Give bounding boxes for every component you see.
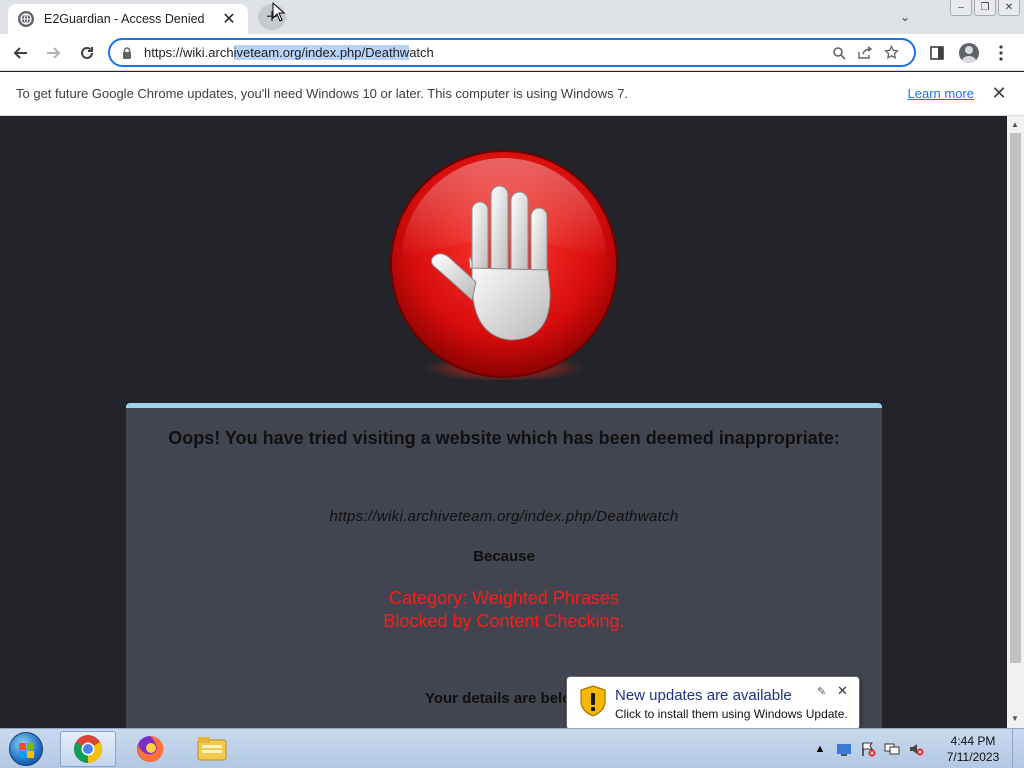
volume-muted-icon[interactable] xyxy=(908,741,924,757)
back-arrow-icon xyxy=(13,47,27,59)
block-category: Category: Weighted Phrases xyxy=(389,588,619,608)
reload-button[interactable] xyxy=(74,40,100,66)
notification-body: Click to install them using Windows Upda… xyxy=(615,707,848,721)
because-label: Because xyxy=(473,548,535,565)
firefox-icon xyxy=(137,735,164,762)
browser-tab[interactable]: E2Guardian - Access Denied ✕ xyxy=(8,4,248,34)
page-heading: Oops! You have tried visiting a website … xyxy=(168,428,840,448)
url-prefix: https://wiki.arch xyxy=(144,45,234,60)
side-panel-icon xyxy=(930,46,944,60)
mouse-cursor-icon xyxy=(272,2,286,22)
menu-button[interactable] xyxy=(988,40,1014,66)
folder-icon xyxy=(197,737,227,761)
update-infobar: To get future Google Chrome updates, you… xyxy=(0,72,1024,116)
page-scrollbar[interactable]: ▲ ▼ xyxy=(1007,116,1024,728)
back-button[interactable] xyxy=(8,40,34,66)
zoom-icon[interactable] xyxy=(826,42,852,64)
update-notification[interactable]: New updates are available Click to insta… xyxy=(566,676,860,741)
tab-strip: E2Guardian - Access Denied ✕ + ⌄ – ❐ ✕ xyxy=(0,0,1024,34)
tab-title: E2Guardian - Access Denied xyxy=(44,12,205,26)
action-center-flag-icon[interactable] xyxy=(860,741,876,757)
address-bar[interactable]: https://wiki.archiveteam.org/index.php/D… xyxy=(108,38,916,67)
taskbar-clock[interactable]: 4:44 PM 7/11/2023 xyxy=(940,733,1006,765)
url-selected: iveteam.org/index.php/Deathw xyxy=(233,45,410,60)
tab-search-button[interactable]: ⌄ xyxy=(896,8,914,26)
profile-button[interactable] xyxy=(956,40,982,66)
scroll-up-arrow-icon[interactable]: ▲ xyxy=(1011,120,1019,129)
warning-shield-icon xyxy=(580,685,606,717)
windows-update-tray-icon[interactable] xyxy=(836,741,852,757)
forward-button[interactable] xyxy=(40,40,66,66)
close-window-button[interactable]: ✕ xyxy=(998,0,1020,16)
taskbar: ▲ 4:44 PM 7/11/2023 xyxy=(0,728,1024,768)
blocked-url: https://wiki.archiveteam.org/index.php/D… xyxy=(329,508,679,525)
kebab-menu-icon xyxy=(999,45,1003,61)
clock-time: 4:44 PM xyxy=(950,734,996,748)
block-reason: Blocked by Content Checking. xyxy=(383,611,625,631)
side-panel-button[interactable] xyxy=(924,40,950,66)
avatar-icon xyxy=(959,43,979,63)
stop-hand-icon xyxy=(390,150,618,380)
restore-button[interactable]: ❐ xyxy=(974,0,996,16)
forward-arrow-icon xyxy=(47,47,61,59)
notification-options-icon[interactable]: ✎ xyxy=(817,685,826,698)
tab-close-button[interactable]: ✕ xyxy=(220,10,238,28)
url-suffix: atch xyxy=(409,45,434,60)
page-content: Oops! You have tried visiting a website … xyxy=(0,116,1007,728)
reload-icon xyxy=(81,46,93,59)
windows-logo-icon xyxy=(9,732,43,766)
learn-more-link[interactable]: Learn more xyxy=(908,86,974,101)
clock-date: 7/11/2023 xyxy=(946,750,1000,764)
minimize-button[interactable]: – xyxy=(950,0,972,16)
taskbar-chrome[interactable] xyxy=(60,731,116,767)
infobar-close-button[interactable]: ✕ xyxy=(990,83,1008,104)
notification-close-button[interactable]: ✕ xyxy=(837,683,848,699)
taskbar-firefox[interactable] xyxy=(122,731,178,767)
taskbar-explorer[interactable] xyxy=(184,731,240,767)
show-hidden-icons-button[interactable]: ▲ xyxy=(812,741,828,757)
bookmark-star-icon[interactable] xyxy=(878,42,904,64)
start-button[interactable] xyxy=(4,730,48,768)
lock-icon xyxy=(123,46,131,59)
infobar-message: To get future Google Chrome updates, you… xyxy=(16,86,629,101)
network-icon[interactable] xyxy=(884,741,900,757)
address-url[interactable]: https://wiki.archiveteam.org/index.php/D… xyxy=(144,45,826,60)
chrome-icon xyxy=(74,735,102,763)
scrollbar-thumb[interactable] xyxy=(1010,133,1021,663)
browser-toolbar: https://wiki.archiveteam.org/index.php/D… xyxy=(0,34,1024,71)
show-desktop-button[interactable] xyxy=(1012,729,1024,768)
notification-title: New updates are available xyxy=(615,687,792,704)
scroll-down-arrow-icon[interactable]: ▼ xyxy=(1011,714,1019,723)
share-icon[interactable] xyxy=(852,42,878,64)
globe-icon xyxy=(18,11,34,27)
system-tray: ▲ xyxy=(812,731,924,767)
